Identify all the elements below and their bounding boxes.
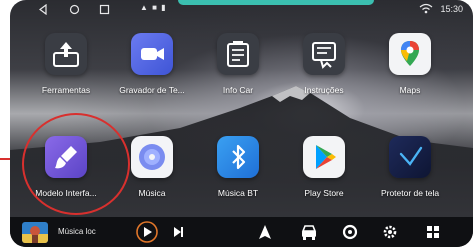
clock-screensaver-icon — [389, 136, 431, 178]
app-instrucoes[interactable]: Instruções — [276, 33, 372, 107]
home-icon[interactable] — [69, 4, 80, 15]
app-label: Protetor de tela — [380, 188, 440, 198]
maps-pin-icon — [389, 33, 431, 75]
play-icon[interactable] — [134, 217, 160, 247]
next-track-icon[interactable] — [170, 217, 186, 247]
top-accent-bar — [178, 0, 374, 5]
app-label: Play Store — [304, 188, 344, 198]
app-play-store[interactable]: Play Store — [276, 136, 372, 210]
status-indicators: ▲ ■ ▮ — [140, 3, 167, 12]
video-recorder-icon — [131, 33, 173, 75]
app-info-car[interactable]: Info Car — [190, 33, 286, 107]
navigation-arrow-icon[interactable] — [256, 217, 274, 247]
now-playing-title: Música loc — [58, 227, 96, 236]
settings-gear-icon[interactable] — [381, 217, 399, 247]
album-art[interactable] — [22, 222, 48, 243]
head-unit-screen: ▲ ■ ▮ 15:30 Ferramentas Gravador de Te..… — [10, 0, 473, 247]
bottom-dock: Música loc — [10, 217, 473, 247]
annotation-highlight-circle — [22, 113, 130, 215]
app-ferramentas[interactable]: Ferramentas — [18, 33, 114, 107]
app-label: Gravador de Te... — [119, 85, 185, 95]
app-label: Instruções — [304, 85, 344, 95]
wifi-location-icon — [419, 3, 433, 14]
play-store-icon — [303, 136, 345, 178]
bluetooth-music-icon — [217, 136, 259, 178]
app-protetor-de-tela[interactable]: Protetor de tela — [362, 136, 458, 210]
app-label: Info Car — [222, 85, 254, 95]
app-musica-bt[interactable]: Música BT — [190, 136, 286, 210]
music-note-icon[interactable] — [341, 217, 359, 247]
clock: 15:30 — [440, 4, 463, 14]
app-maps[interactable]: Maps — [362, 33, 458, 107]
instructions-manual-icon — [303, 33, 345, 75]
recent-apps-icon[interactable] — [99, 4, 110, 15]
status-bar: ▲ ■ ▮ 15:30 — [10, 0, 473, 20]
car-icon[interactable] — [299, 217, 319, 247]
app-gravador[interactable]: Gravador de Te... — [104, 33, 200, 107]
app-label: Maps — [399, 85, 421, 95]
back-icon[interactable] — [38, 4, 49, 15]
car-info-icon — [217, 33, 259, 75]
app-grid-icon[interactable] — [424, 217, 442, 247]
music-disc-icon — [131, 136, 173, 178]
tray-upload-icon — [45, 33, 87, 75]
app-label: Ferramentas — [41, 85, 91, 95]
app-label: Música BT — [217, 188, 259, 198]
